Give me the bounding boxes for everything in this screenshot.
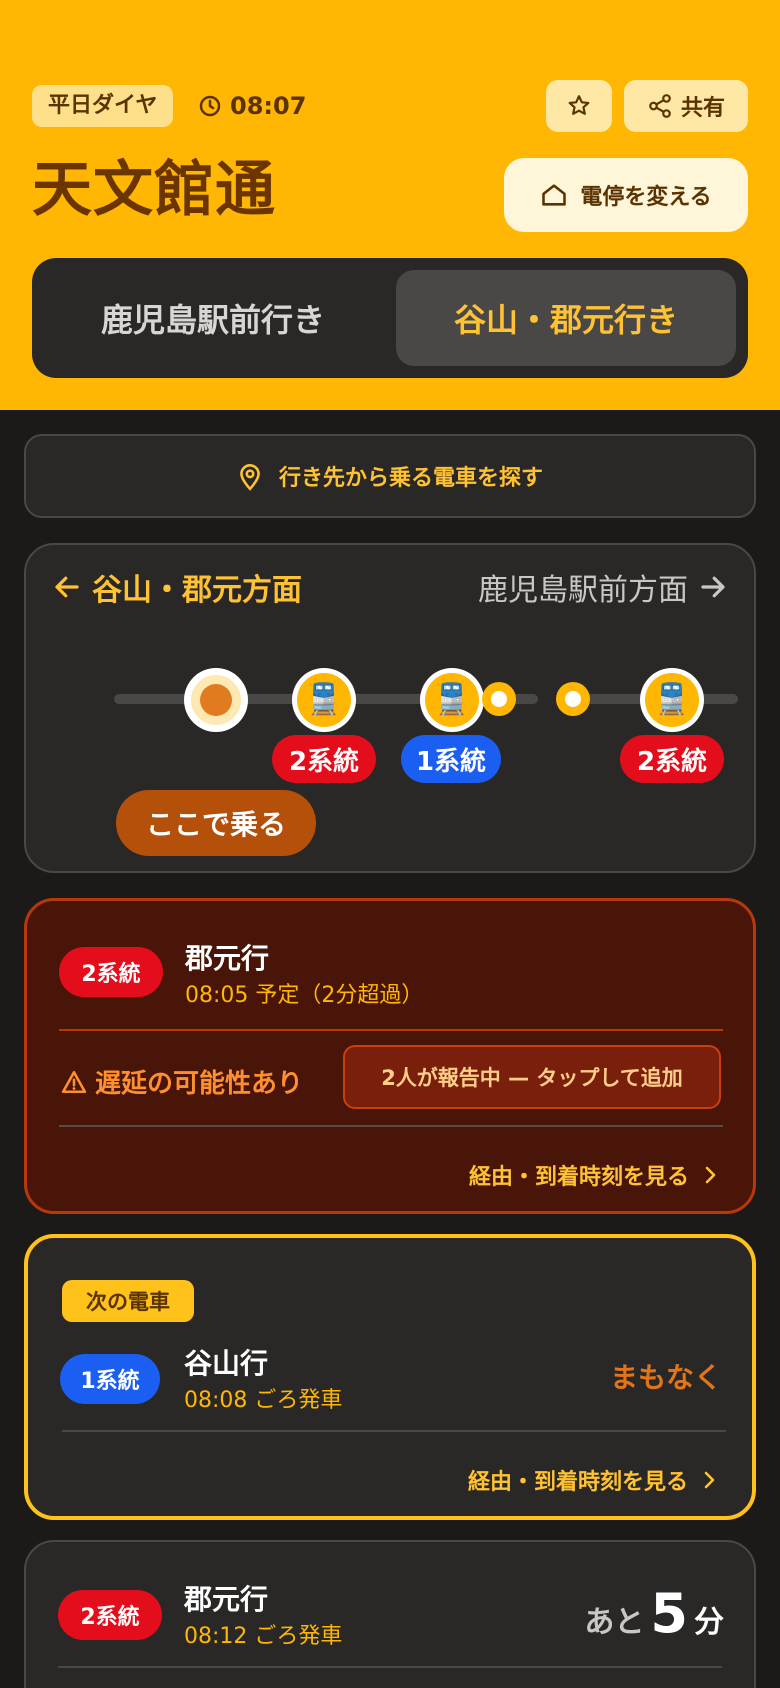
chevron-right-icon	[705, 1166, 716, 1184]
remain-suffix: 分	[694, 1605, 724, 1640]
tab-taniyama-korimoto[interactable]: 谷山・郡元行き	[396, 270, 736, 366]
direction-right-label: 鹿児島駅前方面	[478, 573, 688, 608]
current-time: 08:07	[198, 88, 306, 124]
chevron-right-icon	[704, 1471, 715, 1489]
line-badge: 1系統	[60, 1354, 160, 1404]
current-stop-marker	[184, 668, 248, 732]
details-label: 経由・到着時刻を見る	[468, 1165, 689, 1190]
share-icon	[649, 94, 671, 118]
direction-right-link[interactable]: 鹿児島駅前方面	[478, 565, 728, 609]
stop-marker	[482, 682, 516, 716]
share-button[interactable]: 共有	[624, 80, 748, 132]
train-line-label: 2系統	[272, 735, 376, 783]
clock-icon	[199, 95, 221, 117]
remain-prefix: あと	[584, 1605, 645, 1640]
remain-minutes: 5	[650, 1582, 688, 1645]
departure-card[interactable]: 2系統 郡元行 08:12 ごろ発車 あと 5 分	[24, 1540, 756, 1688]
direction-left-link[interactable]: 谷山・郡元方面	[52, 565, 302, 609]
schedule-time: 08:08 ごろ発車	[184, 1388, 343, 1413]
train-marker[interactable]: 🚆	[292, 668, 356, 732]
delay-warning: 遅延の可能性あり	[61, 1063, 303, 1100]
schedule-badge: 平日ダイヤ	[32, 85, 174, 127]
destination: 郡元行	[184, 1583, 269, 1616]
direction-left-label: 谷山・郡元方面	[92, 573, 302, 608]
tram-icon: 🚆	[305, 682, 343, 717]
line-badge: 2系統	[58, 1590, 162, 1640]
view-details-link[interactable]: 経由・到着時刻を見る	[469, 1159, 719, 1191]
schedule-time: 08:05 予定（2分超過）	[185, 983, 424, 1008]
report-delay-button[interactable]: 2人が報告中 — タップして追加	[343, 1045, 721, 1109]
train-marker[interactable]: 🚆	[420, 668, 484, 732]
details-label: 経由・到着時刻を見る	[467, 1470, 688, 1495]
tram-icon: 🚆	[653, 682, 691, 717]
arrow-right-icon	[701, 576, 725, 598]
star-icon	[568, 95, 590, 115]
next-train-badge: 次の電車	[62, 1280, 194, 1322]
stop-marker	[556, 682, 590, 716]
board-here-button[interactable]: ここで乗る	[116, 790, 316, 856]
departure-card-next[interactable]: 次の電車 1系統 谷山行 08:08 ごろ発車 まもなく 経由・到着時刻を見る	[24, 1234, 756, 1520]
route-map-card: 谷山・郡元方面 鹿児島駅前方面 🚆 🚆 🚆 2系統 1系統 2系統 ここで乗る	[24, 543, 756, 873]
line-badge: 2系統	[59, 947, 163, 997]
departure-status: まもなく	[609, 1361, 722, 1394]
departure-card-delayed[interactable]: 2系統 郡元行 08:05 予定（2分超過） 遅延の可能性あり 2人が報告中 —…	[24, 898, 756, 1214]
location-pin-icon	[240, 464, 260, 491]
train-line-label: 1系統	[401, 735, 501, 783]
tram-icon: 🚆	[433, 682, 471, 717]
favorite-button[interactable]	[546, 80, 612, 132]
home-icon	[542, 184, 567, 206]
train-line-label: 2系統	[620, 735, 724, 783]
change-stop-label: 電停を変える	[580, 185, 712, 210]
destination: 谷山行	[184, 1347, 269, 1380]
page-title: 天文館通	[32, 155, 276, 225]
share-label: 共有	[680, 96, 725, 121]
destination: 郡元行	[185, 942, 270, 975]
arrow-left-icon	[55, 576, 79, 598]
change-stop-button[interactable]: 電停を変える	[504, 158, 748, 232]
schedule-time: 08:12 ごろ発車	[184, 1624, 343, 1649]
tab-kagoshima-ekimae[interactable]: 鹿児島駅前行き	[32, 258, 394, 378]
header: 平日ダイヤ 08:07 共有 天文館通 電停を変える 鹿児島駅前行き 谷山・郡元…	[0, 0, 780, 410]
time-remaining: あと 5 分	[584, 1582, 724, 1645]
find-by-destination-button[interactable]: 行き先から乗る電車を探す	[24, 434, 756, 518]
direction-toggle: 鹿児島駅前行き 谷山・郡元行き	[32, 258, 748, 378]
delay-warning-text: 遅延の可能性あり	[95, 1069, 304, 1099]
time-text: 08:07	[230, 92, 307, 120]
warning-icon	[61, 1070, 87, 1093]
find-label: 行き先から乗る電車を探す	[278, 466, 543, 491]
view-details-link[interactable]: 経由・到着時刻を見る	[468, 1464, 718, 1496]
train-marker[interactable]: 🚆	[640, 668, 704, 732]
